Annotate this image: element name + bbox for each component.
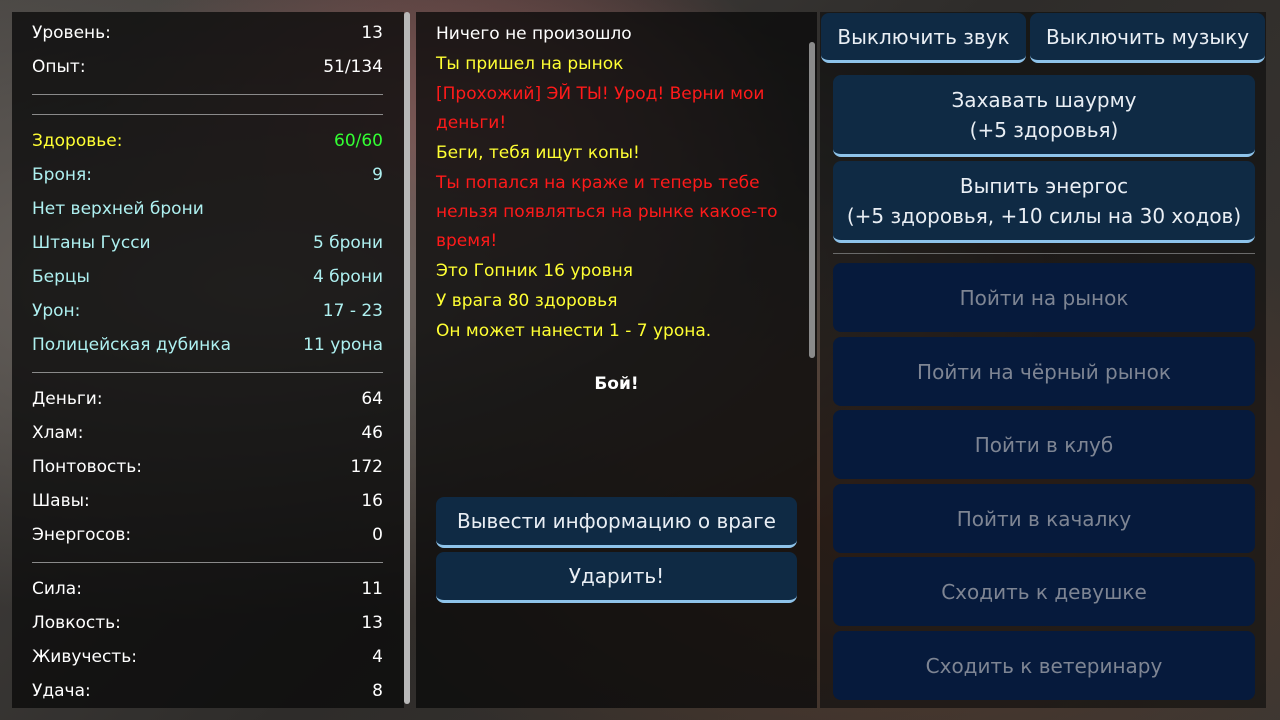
- log-line: нельзя появляться на рынке какое-то: [436, 202, 778, 222]
- log-line: Ничего не произошло: [436, 24, 632, 44]
- stat-level: Уровень: 13: [32, 18, 383, 48]
- stat-label: Энергосов:: [32, 525, 132, 545]
- go-vet-button[interactable]: Сходить к ветеринару: [833, 631, 1255, 700]
- stat-label: Здоровье:: [32, 131, 123, 151]
- stat-label: Сила:: [32, 579, 82, 599]
- stat-label: Броня:: [32, 165, 92, 185]
- stat-money: Деньги: 64: [32, 384, 383, 414]
- stat-value: 64: [361, 389, 383, 409]
- stats-scrollbar[interactable]: [404, 12, 410, 704]
- stat-label: Урон:: [32, 301, 81, 321]
- stat-label: Удача:: [32, 681, 91, 701]
- log-line: У врага 80 здоровья: [436, 291, 618, 311]
- log-viewport[interactable]: Ничего не произошло Ты пришел на рынок […: [416, 12, 817, 367]
- stat-value: 9: [372, 165, 383, 185]
- divider: [32, 114, 383, 115]
- log-line: деньги!: [436, 113, 507, 133]
- stat-value: 172: [350, 457, 383, 477]
- go-girlfriend-button[interactable]: Сходить к девушке: [833, 557, 1255, 626]
- stat-label: Понтовость:: [32, 457, 143, 477]
- stat-label: Нет верхней брони: [32, 199, 204, 219]
- stat-label: Деньги:: [32, 389, 103, 409]
- log-line: Это Гопник 16 уровня: [436, 261, 633, 281]
- fight-label: Бой!: [594, 374, 639, 394]
- log-line: время!: [436, 231, 498, 251]
- stat-value: 11: [361, 579, 383, 599]
- stat-value: 13: [361, 613, 383, 633]
- stat-swag: Понтовость: 172: [32, 452, 383, 482]
- go-club-button[interactable]: Пойти в клуб: [833, 410, 1255, 479]
- stat-value: 5 брони: [312, 233, 383, 253]
- mute-music-button[interactable]: Выключить музыку: [1030, 13, 1265, 63]
- stat-value: 51/134: [323, 57, 383, 77]
- actions-panel: Выключить звук Выключить музыку Захавать…: [820, 12, 1266, 708]
- go-gym-button[interactable]: Пойти в качалку: [833, 484, 1255, 553]
- stat-pants: Штаны Гусси 5 брони: [32, 228, 383, 258]
- stat-top-armor: Нет верхней брони: [32, 194, 383, 224]
- go-market-button[interactable]: Пойти на рынок: [833, 263, 1255, 332]
- log-line: Ты попался на краже и теперь тебе: [436, 173, 760, 193]
- log-line: Он может нанести 1 - 7 урона.: [436, 321, 712, 341]
- mute-sound-button[interactable]: Выключить звук: [821, 13, 1026, 63]
- stat-value: 8: [372, 681, 383, 701]
- stat-boots: Берцы 4 брони: [32, 262, 383, 292]
- stat-label: Уровень:: [32, 23, 111, 43]
- stat-value: 13: [361, 23, 383, 43]
- eat-shawarma-title: Захавать шаурму: [951, 87, 1137, 112]
- stat-luck: Удача: 8: [32, 676, 383, 706]
- divider: [32, 372, 383, 373]
- stat-value: 4: [372, 647, 383, 667]
- stat-value: 11 урона: [303, 335, 383, 355]
- stat-junk: Хлам: 46: [32, 418, 383, 448]
- drink-energy-button[interactable]: Выпить энергос (+5 здоровья, +10 силы на…: [833, 161, 1255, 243]
- stats-scrollbar-thumb[interactable]: [404, 12, 410, 704]
- stat-vitality: Живучесть: 4: [32, 642, 383, 672]
- stat-label: Шавы:: [32, 491, 90, 511]
- log-line: Ты пришел на рынок: [436, 54, 624, 74]
- stat-health: Здоровье: 60/60: [32, 126, 383, 156]
- stat-energy: Энергосов: 0: [32, 520, 383, 550]
- stat-label: Полицейская дубинка: [32, 335, 231, 355]
- stat-agility: Ловкость: 13: [32, 608, 383, 638]
- stat-label: Опыт:: [32, 57, 86, 77]
- stat-value: 60/60: [334, 131, 383, 151]
- eat-shawarma-button[interactable]: Захавать шаурму (+5 здоровья): [833, 75, 1255, 157]
- stat-label: Штаны Гусси: [32, 233, 151, 253]
- stat-label: Берцы: [32, 267, 90, 287]
- log-line: Беги, тебя ищут копы!: [436, 143, 640, 163]
- stat-label: Хлам:: [32, 423, 84, 443]
- eat-shawarma-effect: (+5 здоровья): [969, 117, 1119, 142]
- stat-label: Ловкость:: [32, 613, 121, 633]
- stat-shawarma: Шавы: 16: [32, 486, 383, 516]
- stat-value: 0: [372, 525, 383, 545]
- stats-panel: Уровень: 13 Опыт: 51/134 Здоровье: 60/60…: [12, 12, 410, 708]
- stat-armor: Броня: 9: [32, 160, 383, 190]
- drink-energy-title: Выпить энергос: [959, 173, 1129, 198]
- stat-strength: Сила: 11: [32, 574, 383, 604]
- hit-button[interactable]: Ударить!: [436, 552, 797, 603]
- stat-value: 4 брони: [312, 267, 383, 287]
- stat-value: 16: [361, 491, 383, 511]
- divider: [32, 562, 383, 563]
- log-scrollbar[interactable]: [809, 42, 815, 358]
- log-panel: Ничего не произошло Ты пришел на рынок […: [416, 12, 817, 708]
- stat-label: Живучесть:: [32, 647, 137, 667]
- divider: [32, 94, 383, 95]
- divider: [833, 253, 1255, 254]
- stat-value: 46: [361, 423, 383, 443]
- stat-damage: Урон: 17 - 23: [32, 296, 383, 326]
- enemy-info-button[interactable]: Вывести информацию о враге: [436, 497, 797, 548]
- stat-value: 17 - 23: [322, 301, 383, 321]
- log-scrollbar-thumb[interactable]: [809, 42, 815, 358]
- drink-energy-effect: (+5 здоровья, +10 силы на 30 ходов): [846, 203, 1242, 228]
- log-line: [Прохожий] ЭЙ ТЫ! Урод! Верни мои: [436, 84, 765, 104]
- stat-exp: Опыт: 51/134: [32, 52, 383, 82]
- stat-weapon: Полицейская дубинка 11 урона: [32, 330, 383, 360]
- go-black-market-button[interactable]: Пойти на чёрный рынок: [833, 337, 1255, 406]
